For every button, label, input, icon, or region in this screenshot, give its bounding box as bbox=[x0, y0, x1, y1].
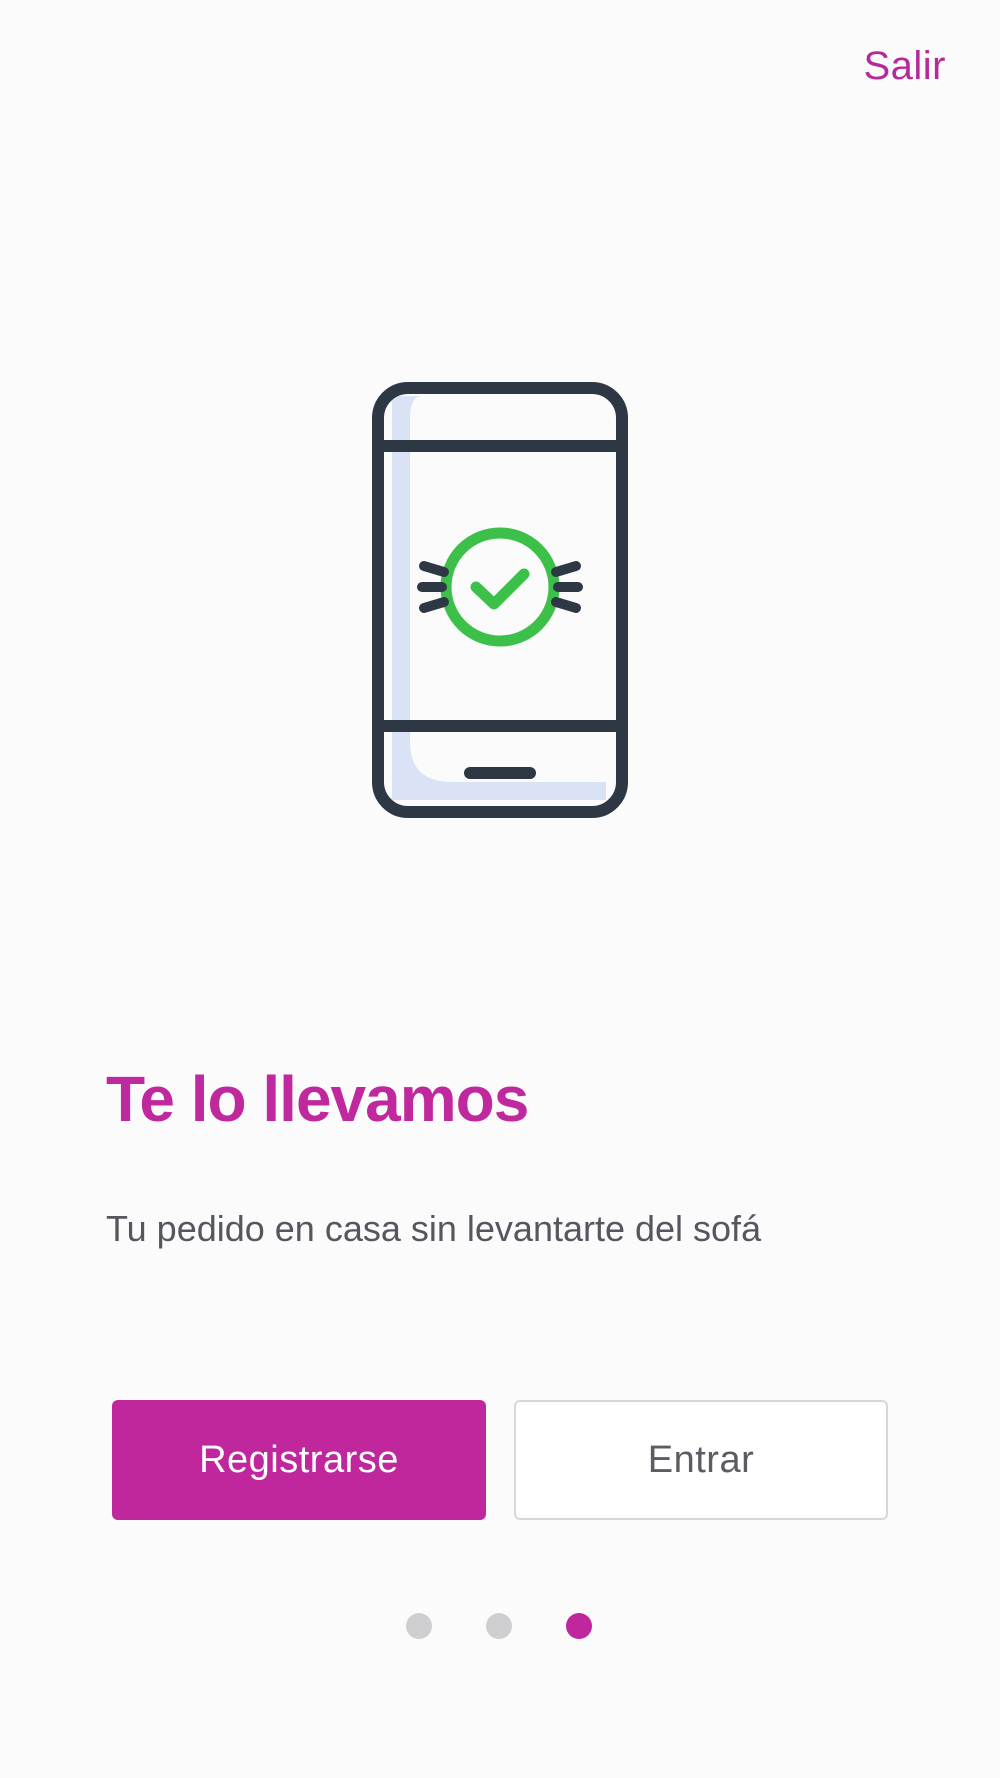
register-button[interactable]: Registrarse bbox=[112, 1400, 486, 1520]
login-button[interactable]: Entrar bbox=[514, 1400, 888, 1520]
pagination-dot-3[interactable] bbox=[566, 1613, 592, 1639]
exit-link[interactable]: Salir bbox=[863, 44, 946, 89]
pagination-dot-2[interactable] bbox=[486, 1613, 512, 1639]
phone-check-icon bbox=[372, 382, 628, 818]
pagination-dots bbox=[406, 1613, 592, 1639]
page-subtitle: Tu pedido en casa sin levantarte del sof… bbox=[106, 1208, 762, 1249]
page-title: Te lo llevamos bbox=[106, 1063, 529, 1135]
pagination-dot-1[interactable] bbox=[406, 1613, 432, 1639]
